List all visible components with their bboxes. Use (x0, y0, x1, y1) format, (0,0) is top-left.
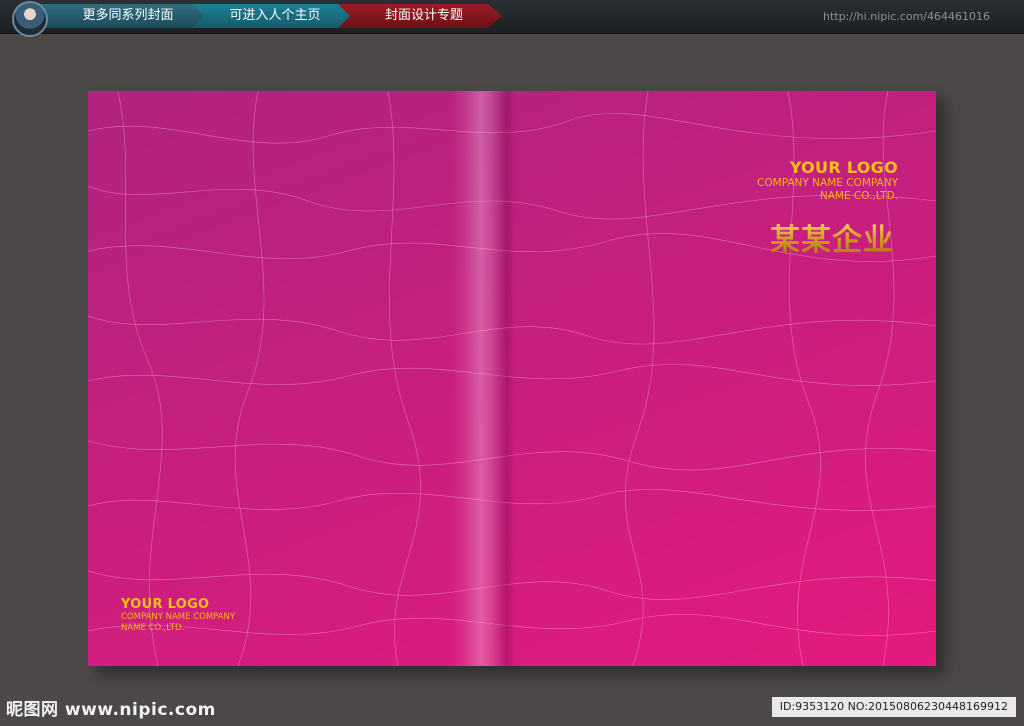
back-company-line2: NAME CO.,LTD. (121, 622, 185, 633)
front-cover-logo-block: YOUR LOGO COMPANY NAME COMPANY NAME CO.,… (757, 158, 898, 203)
nipic-watermark-logo: 昵图网 www.nipic.com (6, 700, 216, 720)
book-cover: YOUR LOGO COMPANY NAME COMPANY NAME CO.,… (88, 91, 936, 666)
top-navigation-bar: 更多同系列封面 可进入人个主页 封面设计专题 http://hi.nipic.c… (0, 0, 1024, 37)
front-logo-text: YOUR LOGO (789, 158, 898, 177)
back-logo-text: YOUR LOGO (121, 597, 210, 612)
front-company-line1: COMPANY NAME COMPANY (757, 177, 898, 189)
back-cover-logo-block: YOUR LOGO COMPANY NAME COMPANY NAME CO.,… (121, 597, 235, 633)
back-company-line1: COMPANY NAME COMPANY (121, 612, 236, 622)
image-id-bar: ID:9353120 NO:20150806230448169912 (771, 697, 1016, 717)
nav-tab-cover-design-topic[interactable]: 封面设计专题 (338, 4, 502, 28)
nav-tab-more-series[interactable]: 更多同系列封面 (30, 4, 208, 28)
front-company-line2: NAME CO.,LTD. (819, 190, 898, 203)
book-spine (452, 91, 516, 666)
front-company-title: 某某企业 (770, 215, 894, 259)
avatar[interactable] (12, 1, 48, 37)
author-url[interactable]: http://hi.nipic.com/464461016 (823, 10, 990, 23)
nav-tab-personal-home[interactable]: 可进入人个主页 (192, 4, 352, 28)
